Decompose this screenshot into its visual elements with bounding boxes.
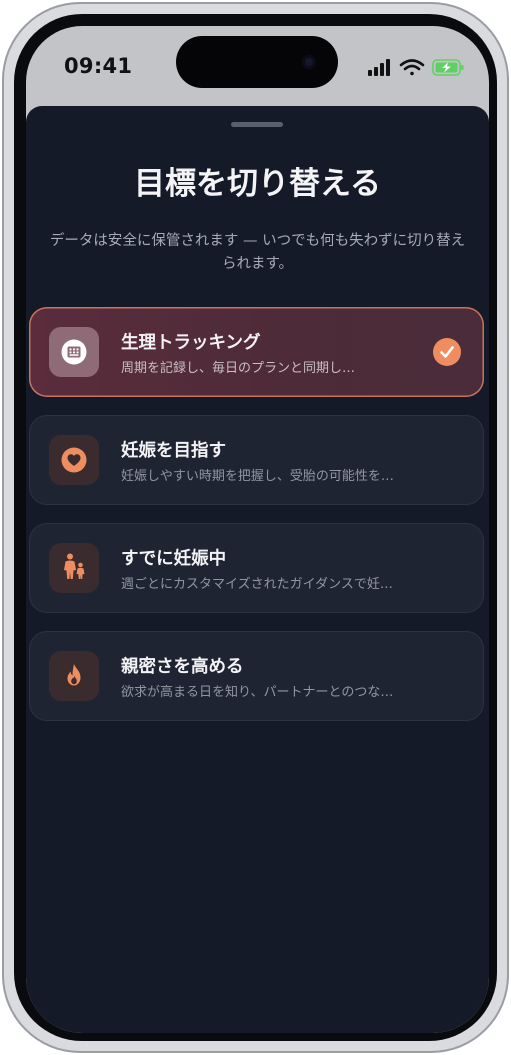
goal-title: 妊娠を目指す xyxy=(121,441,226,461)
goal-icon-box xyxy=(49,327,99,377)
goal-description: 欲求が高まる日を知り、パートナーとのつな… xyxy=(121,685,394,700)
goal-sheet: 目標を切り替える データは安全に保管されます — いつでも何も失わずに切り替えら… xyxy=(26,106,489,1033)
goal-option-intimacy[interactable]: 親密さを高める 欲求が高まる日を知り、パートナーとのつな… xyxy=(29,631,484,721)
screen: 09:41 目標を切り替える データは安全に保管されます — いつでも何も失わず… xyxy=(26,26,489,1033)
status-bar: 09:41 xyxy=(26,26,489,106)
goal-description: 周期を記録し、毎日のプランと同期し… xyxy=(121,361,356,376)
calendar-icon xyxy=(61,339,87,365)
goal-description: 週ごとにカスタマイズされたガイダンスで妊… xyxy=(121,577,393,592)
status-time: 09:41 xyxy=(64,54,133,78)
goal-option-trying-to-conceive[interactable]: 妊娠を目指す 妊娠しやすい時期を把握し、受胎の可能性を… xyxy=(29,415,484,505)
goal-title: 生理トラッキング xyxy=(121,333,261,353)
signal-icon xyxy=(368,59,390,76)
phone-frame: 09:41 目標を切り替える データは安全に保管されます — いつでも何も失わず… xyxy=(2,2,509,1053)
sheet-grabber[interactable] xyxy=(231,122,283,127)
goal-option-period[interactable]: 生理トラッキング 周期を記録し、毎日のプランと同期し… xyxy=(29,307,484,397)
goal-icon-box xyxy=(49,543,99,593)
status-icons xyxy=(366,57,476,79)
sheet-subtitle: データは安全に保管されます — いつでも何も失わずに切り替えられます。 xyxy=(49,233,466,272)
goal-icon-box xyxy=(49,651,99,701)
dynamic-island xyxy=(176,36,338,88)
goal-option-pregnant[interactable]: すでに妊娠中 週ごとにカスタマイズされたガイダンスで妊… xyxy=(29,523,484,613)
battery-charging-icon xyxy=(432,59,464,76)
wifi-icon xyxy=(399,59,425,76)
goal-icon-box xyxy=(49,435,99,485)
heart-icon xyxy=(61,447,87,473)
flame-icon xyxy=(67,664,81,686)
selected-check-icon xyxy=(433,338,461,366)
parent-child-icon xyxy=(64,553,85,579)
sheet-title: 目標を切り替える xyxy=(133,166,382,202)
goal-title: すでに妊娠中 xyxy=(121,549,227,569)
front-camera xyxy=(302,55,316,69)
goal-description: 妊娠しやすい時期を把握し、受胎の可能性を… xyxy=(121,469,394,484)
goal-title: 親密さを高める xyxy=(121,657,244,677)
